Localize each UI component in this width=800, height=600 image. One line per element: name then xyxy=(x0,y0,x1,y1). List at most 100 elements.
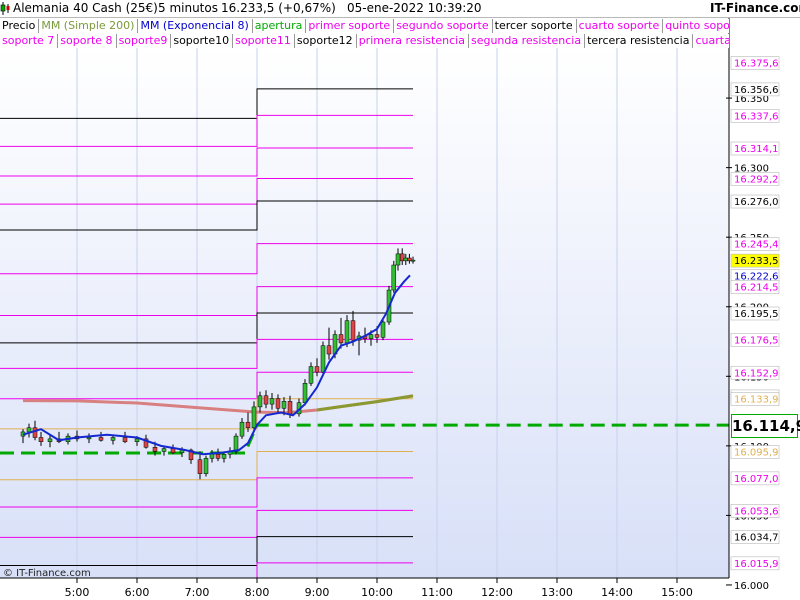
level-label: 16.245,4 xyxy=(734,240,779,251)
candle-body xyxy=(395,253,401,266)
candle-body xyxy=(161,448,167,452)
candle-body xyxy=(170,448,176,454)
level-label: 16.053,6 xyxy=(734,506,779,517)
candle-body xyxy=(308,366,314,384)
candle-body xyxy=(134,438,140,442)
candle-body xyxy=(302,382,308,403)
price-chart[interactable]: 16.35016.30016.25016.20016.15016.10016.0… xyxy=(0,0,800,600)
candle-body xyxy=(122,437,128,442)
current-price-label: 16.114,9 xyxy=(731,414,800,438)
legend-item[interactable]: tercer soporte xyxy=(492,19,577,33)
level-label: 16.276,0 xyxy=(734,197,779,208)
candle-body xyxy=(326,345,332,355)
level-label: 16.375,6 xyxy=(734,58,779,69)
candle-body xyxy=(374,334,380,338)
legend-item[interactable]: soporte11 xyxy=(233,34,295,48)
x-tick-label: 15:00 xyxy=(661,586,693,599)
level-label: 16.176,5 xyxy=(734,335,779,346)
level-label: 16.133,9 xyxy=(734,395,779,406)
candle-body xyxy=(98,437,104,441)
last-quote: 16.233,5 (+0,67%) xyxy=(221,1,336,15)
quote-datetime: 05-ene-2022 10:39:20 xyxy=(347,1,482,15)
candle-body xyxy=(203,458,209,474)
watermark: © IT-Finance.com xyxy=(3,568,91,579)
candle-body xyxy=(320,345,326,373)
candle-body xyxy=(197,459,203,474)
legend-item[interactable]: soporte10 xyxy=(171,34,234,48)
candle-body xyxy=(368,334,374,339)
instrument-name: Alemania 40 Cash (25€) xyxy=(13,1,158,15)
level-label: 16.292,2 xyxy=(734,174,779,185)
legend-item[interactable]: soporte12 xyxy=(294,34,357,48)
candle-body xyxy=(314,366,320,373)
legend-item[interactable]: primera resistencia xyxy=(356,34,469,48)
legend-item[interactable]: segunda resistencia xyxy=(468,34,586,48)
x-tick-label: 13:00 xyxy=(541,586,573,599)
candle-body xyxy=(245,421,251,429)
x-tick-label: 6:00 xyxy=(125,586,150,599)
candle-body xyxy=(380,321,386,338)
candle-body xyxy=(251,406,257,429)
legend-item[interactable]: apertura xyxy=(252,19,307,33)
candle-body xyxy=(391,264,397,291)
candle-body xyxy=(350,320,356,341)
candle-body xyxy=(269,398,275,405)
level-label: 16.152,9 xyxy=(734,368,779,379)
legend-item[interactable]: tercera resistencia xyxy=(585,34,694,48)
legend-item[interactable]: quinto soporte xyxy=(663,19,729,33)
y-tick-label: 16.000 xyxy=(734,581,769,592)
legend-item[interactable]: soporte 8 xyxy=(58,34,117,48)
candle-body xyxy=(233,435,239,452)
x-tick-label: 14:00 xyxy=(601,586,633,599)
legend-item[interactable]: segundo soporte xyxy=(394,19,493,33)
legend-item[interactable]: soporte9 xyxy=(116,34,172,48)
legend-item[interactable]: cuarto soporte xyxy=(576,19,664,33)
candle-body xyxy=(338,334,344,344)
candle-body xyxy=(32,427,38,438)
candle-body xyxy=(215,453,221,459)
candle-body xyxy=(221,453,227,459)
legend-row-1: Precio MM (Simple 200) MM (Exponencial 8) a… xyxy=(0,19,729,34)
legend-item[interactable]: primer soporte xyxy=(306,19,395,33)
level-label: 16.337,6 xyxy=(734,111,779,122)
level-label: 16.095,9 xyxy=(734,448,779,459)
x-tick-label: 8:00 xyxy=(245,586,270,599)
title-bar: Alemania 40 Cash (25€) 5 minutos 16.233,… xyxy=(0,0,800,18)
x-tick-label: 10:00 xyxy=(361,586,393,599)
legend-item[interactable]: MM (Simple 200) xyxy=(39,19,139,33)
legend-item[interactable]: cuarta resistencia xyxy=(693,34,729,48)
level-label: 16.314,1 xyxy=(734,144,779,155)
candle-body xyxy=(239,421,245,437)
candle-body xyxy=(110,437,116,441)
legend-item[interactable]: Precio xyxy=(0,19,40,33)
candle-body xyxy=(410,259,416,262)
candle-body xyxy=(152,446,158,452)
candle-body xyxy=(47,438,53,442)
x-tick-label: 5:00 xyxy=(65,586,90,599)
legend-item[interactable]: MM (Exponencial 8) xyxy=(138,19,253,33)
timeframe[interactable]: 5 minutos xyxy=(158,0,218,17)
candle-body xyxy=(26,427,32,433)
candlestick-icon xyxy=(0,2,10,17)
candle-body xyxy=(209,453,215,459)
candle-body xyxy=(257,395,263,408)
level-label: 16.214,5 xyxy=(734,283,779,294)
x-tick-label: 7:00 xyxy=(185,586,210,599)
candle-body xyxy=(86,437,92,440)
brand: IT-Finance.com xyxy=(710,1,800,15)
x-tick-label: 9:00 xyxy=(305,586,330,599)
candle-body xyxy=(287,401,293,415)
candle-body xyxy=(275,398,281,409)
legend-item[interactable]: soporte 7 xyxy=(0,34,59,48)
level-label: 16.195,5 xyxy=(734,309,779,320)
candle-body xyxy=(263,395,269,405)
candle-body xyxy=(281,401,287,409)
candle-body xyxy=(38,437,44,442)
x-tick-label: 12:00 xyxy=(481,586,513,599)
level-label: 16.034,7 xyxy=(734,533,779,544)
level-label: 16.356,6 xyxy=(734,85,779,96)
level-label: 16.077,0 xyxy=(734,474,779,485)
legend-row-2: soporte 7 soporte 8 soporte9 soporte10 sopor… xyxy=(0,34,729,49)
x-tick-label: 11:00 xyxy=(421,586,453,599)
level-label: 16.015,9 xyxy=(734,559,779,570)
